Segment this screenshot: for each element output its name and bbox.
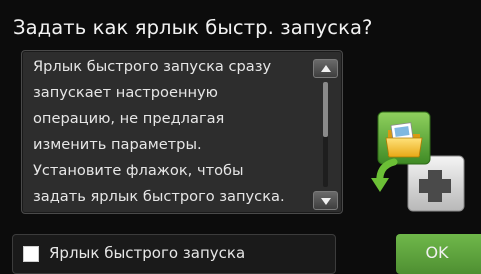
scroll-down-button[interactable] <box>313 191 338 210</box>
triangle-down-icon <box>321 198 331 205</box>
quick-launch-checkbox[interactable] <box>23 246 39 262</box>
message-line: Ярлык быстрого запуска сразу <box>33 58 272 75</box>
scrollbar-thumb[interactable] <box>323 82 328 137</box>
message-line: запускает настроенную <box>33 84 218 101</box>
folder-shortcut-add-icon <box>371 111 465 212</box>
checkbox-label: Ярлык быстрого запуска <box>49 244 246 262</box>
quick-launch-checkbox-row[interactable]: Ярлык быстрого запуска <box>12 234 336 274</box>
message-line: операцию, не предлагая <box>33 110 225 127</box>
scrollbar-track[interactable] <box>323 82 328 187</box>
message-line: задать ярлык быстрого запуска. <box>33 188 285 205</box>
message-box: Ярлык быстрого запуска сразу запускает н… <box>21 50 343 214</box>
message-line: изменить параметры. <box>33 136 202 153</box>
ok-button-label: OK <box>425 243 449 262</box>
scroll-up-button[interactable] <box>313 59 338 78</box>
message-line: Установите флажок, чтобы <box>33 162 244 179</box>
dialog-title: Задать как ярлык быстр. запуска? <box>13 16 373 39</box>
ok-button[interactable]: OK <box>396 234 481 274</box>
triangle-up-icon <box>321 65 331 72</box>
